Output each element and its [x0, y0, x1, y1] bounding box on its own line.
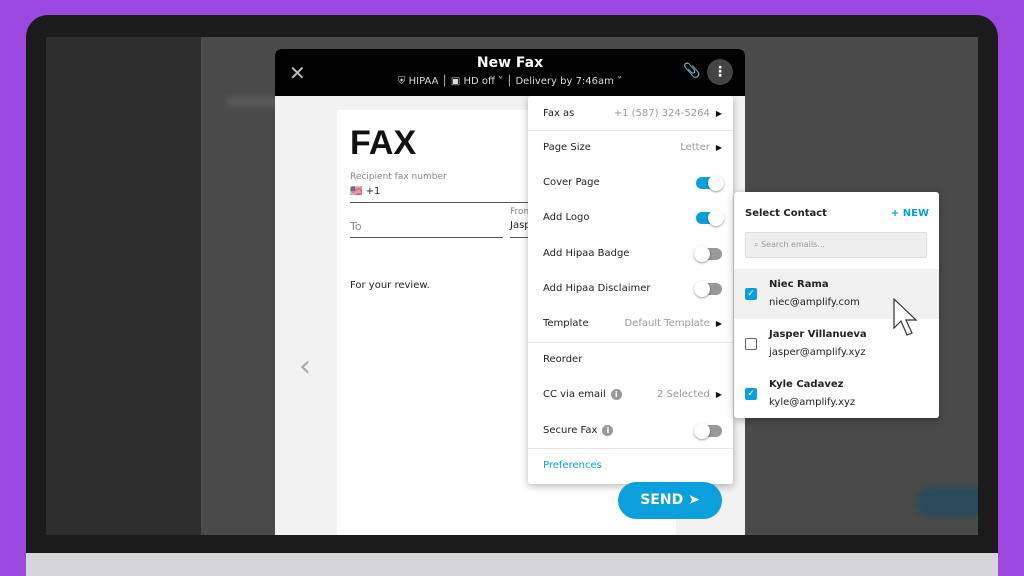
- contact-email: kyle@amplify.xyz: [769, 397, 856, 408]
- menu-fax-as[interactable]: Fax as +1 (587) 324-5264 ▶: [528, 96, 733, 131]
- menu-secure-fax[interactable]: Secure Fax i: [528, 413, 733, 448]
- search-emails-input[interactable]: ⌕ Search emails...: [745, 232, 927, 258]
- hipaa-label: HIPAA: [408, 76, 439, 87]
- fax-body[interactable]: For your review.: [350, 280, 430, 291]
- value: 2 Selected: [656, 389, 710, 400]
- fax-heading: FAX: [350, 124, 417, 162]
- secure-fax-toggle[interactable]: [694, 422, 722, 439]
- menu-hipaa-badge[interactable]: Add Hipaa Badge: [528, 236, 733, 271]
- caret-right-icon: ▶: [715, 143, 722, 152]
- menu-add-logo[interactable]: Add Logo: [528, 200, 733, 235]
- cover-page-toggle[interactable]: [696, 174, 724, 191]
- contact-checkbox[interactable]: ✓: [745, 288, 757, 300]
- send-button[interactable]: SEND ➤: [618, 482, 722, 519]
- label: Page Size: [543, 142, 591, 153]
- shield-icon: ⛨: [397, 76, 406, 87]
- country-code: +1: [365, 186, 381, 197]
- delivery-label: Delivery by 7:46am: [515, 76, 614, 87]
- contact-checkbox[interactable]: ✓: [745, 388, 757, 400]
- background-sidebar: [46, 37, 201, 535]
- menu-template[interactable]: Template Default Template ▶: [528, 306, 733, 341]
- menu-reorder[interactable]: Reorder: [528, 342, 733, 377]
- contact-name: Niec Rama: [769, 279, 829, 290]
- info-icon[interactable]: i: [602, 425, 614, 436]
- send-icon: ➤: [688, 492, 700, 508]
- delivery-dropdown[interactable]: Delivery by 7:46am ˅: [515, 76, 622, 87]
- paperclip-icon[interactable]: 📎: [683, 63, 700, 79]
- menu-cc-email[interactable]: CC via email i 2 Selected ▶: [528, 377, 733, 412]
- us-flag-icon: 🇺🇸: [350, 186, 363, 197]
- label: Fax as: [543, 108, 575, 119]
- value: Letter: [680, 142, 710, 153]
- mouse-cursor-icon: [893, 298, 918, 336]
- label: CC via email: [543, 389, 606, 400]
- value: +1 (587) 324-5264: [613, 108, 710, 119]
- contact-panel-title: Select Contact: [745, 208, 827, 219]
- menu-hipaa-disclaimer[interactable]: Add Hipaa Disclaimer: [528, 271, 733, 306]
- contact-row[interactable]: ✓ Kyle Cadavez kyle@amplify.xyz: [734, 369, 939, 419]
- label: Secure Fax: [543, 425, 598, 436]
- new-contact-button[interactable]: + NEW: [891, 208, 929, 219]
- caret-right-icon: ▶: [715, 319, 722, 328]
- menu-preferences[interactable]: Preferences: [528, 448, 733, 483]
- caret-right-icon: ▶: [715, 109, 722, 118]
- caret-right-icon: ▶: [715, 390, 722, 399]
- label: Add Hipaa Disclaimer: [543, 283, 651, 294]
- device-chin: [26, 553, 998, 576]
- blur-block: [916, 487, 978, 517]
- add-logo-toggle[interactable]: [696, 209, 724, 226]
- contact-name: Kyle Cadavez: [769, 379, 844, 390]
- fax-options-bar: ⛨ HIPAA │ ▣ HD off ˅ │ Delivery by 7:46a…: [397, 76, 623, 87]
- hipaa-badge-toggle[interactable]: [694, 245, 722, 262]
- search-placeholder: Search emails...: [761, 240, 825, 249]
- label: Add Logo: [543, 212, 590, 223]
- contact-checkbox[interactable]: [745, 338, 757, 350]
- info-icon[interactable]: i: [610, 389, 622, 400]
- modal-title: New Fax: [476, 55, 544, 71]
- hd-label: HD off: [463, 76, 495, 87]
- label: Reorder: [543, 354, 583, 365]
- contact-email: jasper@amplify.xyz: [769, 347, 866, 358]
- previous-page-icon[interactable]: ‹: [299, 349, 311, 384]
- label: Template: [543, 318, 589, 329]
- value: Default Template: [624, 318, 710, 329]
- label: Cover Page: [543, 177, 600, 188]
- more-options-button[interactable]: ⋮: [707, 59, 733, 85]
- contact-email: niec@amplify.com: [769, 297, 860, 308]
- fax-options-menu: Fax as +1 (587) 324-5264 ▶ Page Size Letter…: [528, 96, 733, 484]
- label: Add Hipaa Badge: [543, 248, 630, 259]
- hd-toggle[interactable]: ▣ HD off ˅: [451, 76, 503, 87]
- recipient-label: Recipient fax number: [350, 172, 447, 182]
- search-icon: ⌕: [754, 240, 759, 249]
- hipaa-disclaimer-toggle[interactable]: [694, 280, 722, 297]
- menu-cover-page[interactable]: Cover Page: [528, 165, 733, 200]
- send-label: SEND: [640, 492, 684, 508]
- contact-name: Jasper Villanueva: [769, 329, 867, 340]
- to-input[interactable]: To: [350, 220, 503, 238]
- menu-page-size[interactable]: Page Size Letter ▶: [528, 130, 733, 165]
- modal-header: ✕ New Fax ⛨ HIPAA │ ▣ HD off ˅ │ Deliver…: [275, 49, 745, 96]
